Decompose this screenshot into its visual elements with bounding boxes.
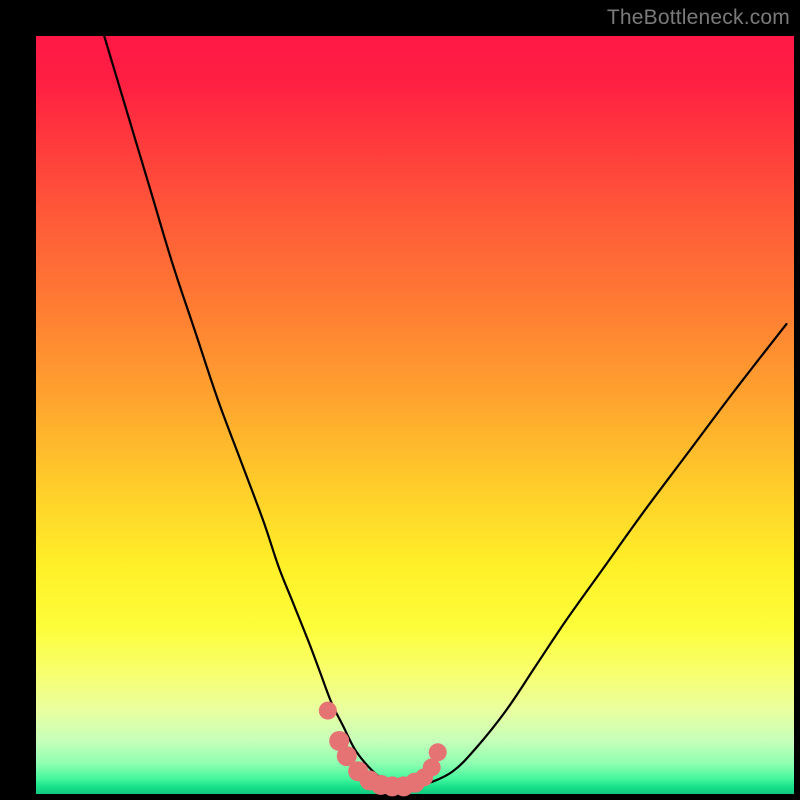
chart-svg	[36, 36, 794, 794]
plot-area	[36, 36, 794, 794]
chart-frame: TheBottleneck.com	[0, 0, 800, 800]
watermark-text: TheBottleneck.com	[607, 6, 790, 30]
marker-dot	[319, 702, 337, 720]
bottleneck-curve	[104, 36, 786, 787]
marker-dot	[429, 743, 447, 761]
